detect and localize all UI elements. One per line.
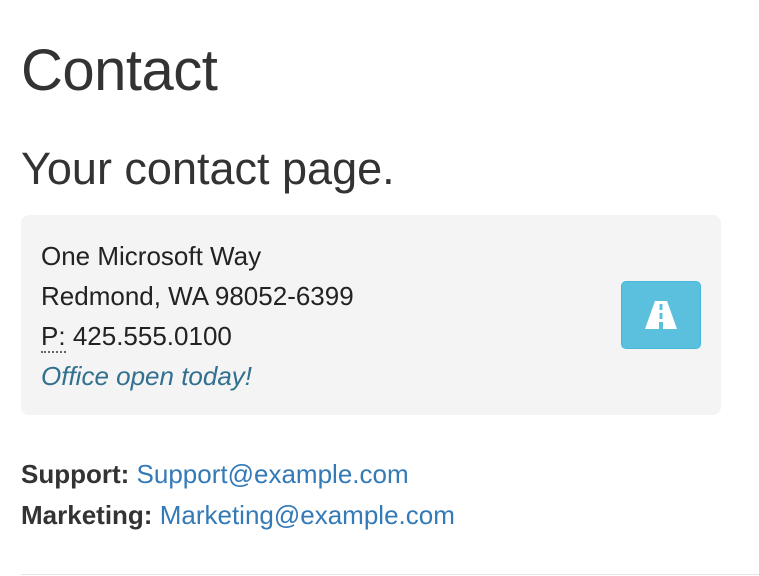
address-panel: One Microsoft Way Redmond, WA 98052-6399… [21, 215, 721, 415]
road-icon [644, 301, 678, 329]
support-label: Support: [21, 459, 130, 489]
marketing-label: Marketing: [21, 500, 153, 530]
page-title: Contact [21, 38, 218, 103]
phone-number: 425.555.0100 [72, 321, 232, 351]
contact-page: Contact Your contact page. One Microsoft… [0, 0, 759, 576]
phone-abbreviation: P: [41, 321, 66, 353]
footer-divider [21, 574, 759, 575]
address-line-street: One Microsoft Way [41, 241, 262, 271]
directions-button[interactable] [621, 281, 701, 349]
address-line-city: Redmond, WA 98052-6399 [41, 281, 354, 311]
phone-line: P: 425.555.0100 [41, 316, 354, 356]
marketing-email-link[interactable]: Marketing@example.com [160, 500, 455, 530]
contact-emails: Support: Support@example.com Marketing: … [21, 454, 455, 536]
address-block: One Microsoft Way Redmond, WA 98052-6399… [41, 236, 354, 396]
office-status: Office open today! [41, 361, 253, 391]
support-email-link[interactable]: Support@example.com [137, 459, 409, 489]
marketing-row: Marketing: Marketing@example.com [21, 495, 455, 536]
support-row: Support: Support@example.com [21, 454, 455, 495]
page-subtitle: Your contact page. [21, 143, 395, 194]
